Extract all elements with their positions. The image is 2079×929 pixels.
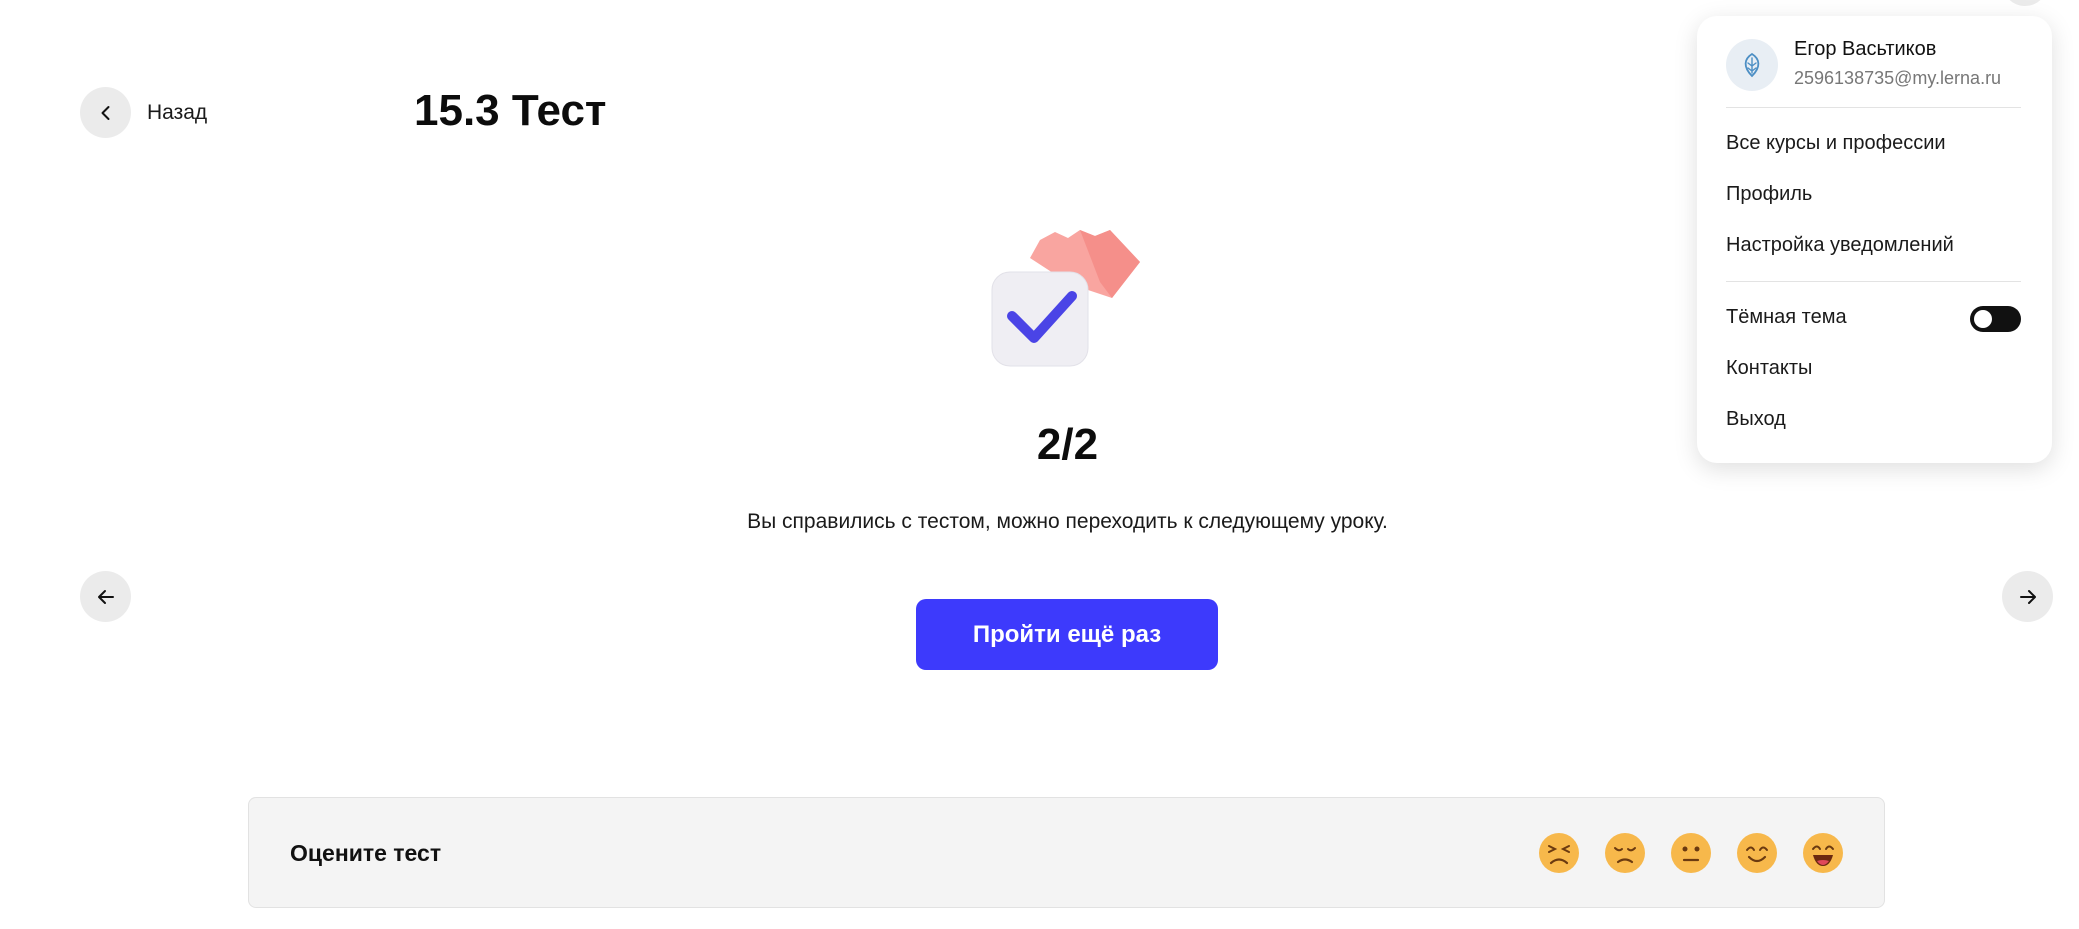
grinning-face-icon[interactable] — [1802, 832, 1844, 874]
rating-label: Оцените тест — [290, 840, 442, 866]
rating-options — [1538, 832, 1844, 874]
result-message: Вы справились с тестом, можно переходить… — [747, 510, 1388, 533]
menu-item-all-courses[interactable]: Все курсы и профессии — [1726, 132, 1946, 155]
smiling-face-icon[interactable] — [1736, 832, 1778, 874]
menu-item-contacts[interactable]: Контакты — [1726, 357, 1812, 380]
back-circle[interactable] — [80, 87, 131, 138]
back-button[interactable]: Назад — [80, 87, 207, 138]
sad-face-icon[interactable] — [1604, 832, 1646, 874]
arrow-left-icon — [97, 589, 114, 604]
divider — [1726, 281, 2021, 282]
user-menu: Егор Васьтиков 2596138735@my.lerna.ru Вс… — [1697, 16, 2052, 463]
arrow-right-icon — [2019, 589, 2036, 604]
retry-button[interactable]: Пройти ещё раз — [916, 599, 1218, 670]
menu-item-dark-theme: Тёмная тема — [1726, 306, 1847, 328]
user-name: Егор Васьтиков — [1794, 38, 1937, 60]
menu-item-profile[interactable]: Профиль — [1726, 183, 1812, 206]
chevron-left-icon — [101, 105, 109, 120]
rating-panel: Оцените тест — [248, 797, 1885, 908]
user-email: 2596138735@my.lerna.ru — [1794, 68, 2002, 88]
neutral-face-icon[interactable] — [1670, 832, 1712, 874]
profile-avatar-button[interactable] — [2002, 0, 2048, 6]
avatar — [1726, 39, 1778, 91]
toggle-knob — [1974, 310, 1992, 328]
dark-theme-toggle[interactable] — [1970, 306, 2021, 332]
test-complete-illustration — [991, 230, 1140, 367]
next-lesson-button[interactable] — [2002, 571, 2053, 622]
previous-lesson-button[interactable] — [80, 571, 131, 622]
leaf-logo-icon — [1744, 52, 1760, 78]
divider — [1726, 107, 2021, 108]
menu-item-logout[interactable]: Выход — [1726, 408, 1786, 431]
back-label[interactable]: Назад — [147, 101, 207, 125]
page-title: 15.3 Тест — [414, 86, 607, 135]
angry-face-icon[interactable] — [1538, 832, 1580, 874]
menu-item-notification-settings[interactable]: Настройка уведомлений — [1726, 234, 1954, 257]
